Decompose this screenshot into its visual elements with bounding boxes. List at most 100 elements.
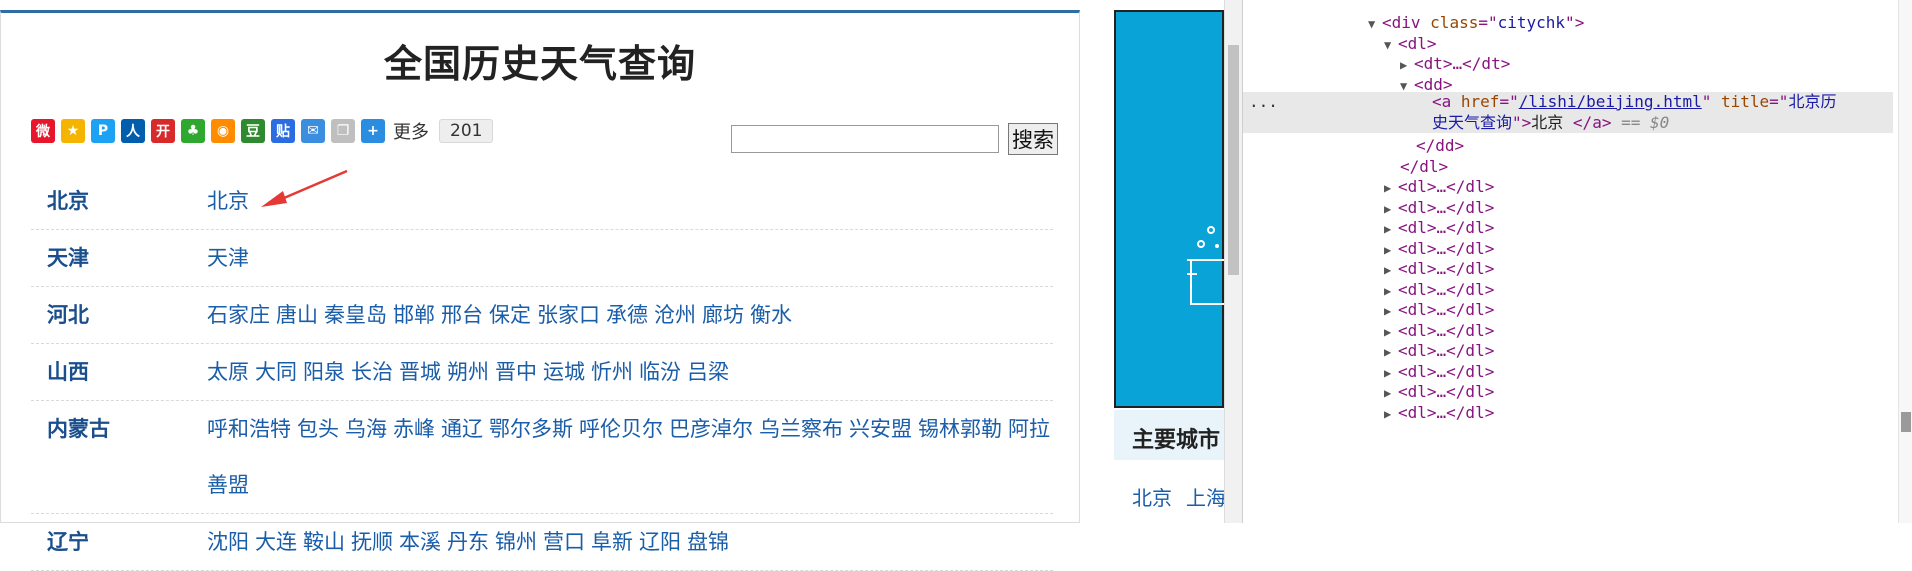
city-link[interactable]: 鞍山 [303, 530, 345, 554]
city-link[interactable]: 锡林郭勒 [918, 417, 1002, 441]
city-link[interactable]: 太原 [207, 360, 249, 384]
city-link[interactable]: 天津 [207, 246, 249, 270]
href-link[interactable]: /lishi/beijing.html [1519, 92, 1702, 111]
city-link[interactable]: 张家口 [537, 303, 600, 327]
city-link[interactable]: 本溪 [399, 530, 441, 554]
dom-tree-line[interactable]: ... <a href="/lishi/beijing.html" title="… [1243, 92, 1893, 133]
tag-text: <dl>…</dl> [1398, 177, 1495, 196]
tag-text: " [1701, 92, 1721, 111]
city-link[interactable]: 锦州 [495, 530, 537, 554]
city-link[interactable]: 营口 [543, 530, 585, 554]
tieba-icon[interactable]: 贴 [271, 119, 295, 143]
tag-text: <dl [1398, 33, 1427, 53]
music-icon[interactable]: ◉ [211, 119, 235, 143]
province-name: 山西 [47, 360, 89, 384]
tag-text: <dl>…</dl> [1398, 238, 1495, 258]
red-arrow-annotation [261, 169, 348, 207]
ad-banner[interactable] [1114, 10, 1229, 408]
text-node: 北京 [1531, 112, 1573, 132]
selected-node-marker: == $0 [1611, 112, 1670, 132]
anchor-line: 史天气查询">北京 </a> == $0 [1432, 113, 1669, 134]
attr-name: href [1460, 92, 1500, 111]
tag-text: <dl>…</dl> [1398, 300, 1495, 319]
page-scrollbar[interactable] [1224, 0, 1242, 523]
clover-icon[interactable]: ♣ [181, 119, 205, 143]
city-link[interactable]: 赤峰 [393, 417, 435, 441]
city-link[interactable]: 呼和浩特 [207, 417, 291, 441]
city-link[interactable]: 忻州 [591, 360, 633, 384]
mail-icon[interactable]: ✉ [301, 119, 325, 143]
renren-icon[interactable]: 人 [121, 119, 145, 143]
city-links: 沈阳 大连 鞍山 抚顺 本溪 丹东 锦州 营口 阜新 辽阳 盘锦 [207, 514, 1053, 570]
city-link[interactable]: 晋城 [399, 360, 441, 384]
city-link[interactable]: 抚顺 [351, 530, 393, 554]
city-link[interactable]: 呼伦贝尔 [579, 417, 663, 441]
city-link[interactable]: 乌海 [345, 417, 387, 441]
tag-text: =" [1769, 92, 1789, 111]
tencent-weibo-icon[interactable]: P [91, 119, 115, 143]
city-link[interactable]: 邢台 [441, 303, 483, 327]
city-link[interactable]: 运城 [543, 360, 585, 384]
tag-text: <div [1382, 13, 1431, 32]
city-link[interactable]: 秦皇岛 [324, 303, 387, 327]
tag-text: </dd> [1416, 136, 1465, 155]
city-link[interactable]: 鄂尔多斯 [489, 417, 573, 441]
city-link[interactable]: 通辽 [441, 417, 483, 441]
attr-value: citychk [1497, 13, 1566, 32]
city-links: 石家庄 唐山 秦皇岛 邯郸 邢台 保定 张家口 承德 沧州 廊坊 衡水 [207, 287, 1053, 343]
search-button[interactable]: 搜索 [1008, 123, 1058, 155]
dom-tree-line[interactable]: ▶ <dl>…</dl> [1243, 400, 1893, 425]
city-link[interactable]: 唐山 [276, 303, 318, 327]
kaixin-icon[interactable]: 开 [151, 119, 175, 143]
major-city-link[interactable]: 北京 [1132, 486, 1172, 510]
city-link[interactable]: 辽阳 [639, 530, 681, 554]
tag-text: <dl>…</dl> [1398, 382, 1495, 401]
city-link[interactable]: 临汾 [639, 360, 681, 384]
city-link[interactable]: 沈阳 [207, 530, 249, 554]
city-link[interactable]: 长治 [351, 360, 393, 384]
plus-icon[interactable]: + [361, 119, 385, 143]
city-link[interactable]: 盘锦 [687, 530, 729, 554]
city-link[interactable]: 包头 [297, 417, 339, 441]
city-link[interactable]: 阳泉 [303, 360, 345, 384]
province-name: 辽宁 [47, 530, 89, 554]
city-link[interactable]: 廊坊 [702, 303, 744, 327]
major-city-link[interactable]: 上海 [1186, 486, 1226, 510]
expand-triangle-icon[interactable]: ▶ [1384, 402, 1398, 427]
weibo-icon[interactable]: 微 [31, 119, 55, 143]
city-link[interactable]: 邯郸 [393, 303, 435, 327]
copy-icon[interactable]: ❐ [331, 119, 355, 143]
city-link[interactable]: 巴彦淖尔 [669, 417, 753, 441]
devtools-scrollbar-thumb[interactable] [1901, 412, 1911, 432]
city-link[interactable]: 乌兰察布 [759, 417, 843, 441]
page-scrollbar-thumb[interactable] [1228, 45, 1239, 275]
page-title: 全国历史天气查询 [383, 42, 696, 86]
province-row: 河北 石家庄 唐山 秦皇岛 邯郸 邢台 保定 张家口 承德 沧州 廊坊 衡水 [31, 287, 1053, 344]
city-list: 北京 北京 天津 天津 河北 石家庄 唐山 秦皇岛 邯郸 邢台 保定 张家口 承德 沧州 廊坊 衡水 山西 太原大… [31, 173, 1053, 571]
city-link[interactable]: 朔州 [447, 360, 489, 384]
tag-text: > [1426, 33, 1437, 53]
tag-text: <dl>…</dl> [1398, 218, 1495, 237]
city-link[interactable]: 大同 [255, 360, 297, 384]
city-links: 呼和浩特 包头 乌海 赤峰 通辽 鄂尔多斯 呼伦贝尔 巴彦淖尔 乌兰察布 兴安盟 锡林郭勒 阿拉善盟 [207, 401, 1053, 513]
tag-text: > [1442, 74, 1453, 94]
city-link[interactable]: 北京 [207, 189, 249, 213]
devtools-scrollbar[interactable] [1898, 0, 1912, 523]
douban-icon[interactable]: 豆 [241, 119, 265, 143]
province-name: 内蒙古 [47, 417, 110, 441]
city-link[interactable]: 保定 [489, 303, 531, 327]
city-link[interactable]: 大连 [255, 530, 297, 554]
city-link[interactable]: 石家庄 [207, 303, 270, 327]
city-link[interactable]: 丹东 [447, 530, 489, 554]
city-link[interactable]: 承德 [606, 303, 648, 327]
search-input[interactable] [731, 125, 999, 153]
city-link[interactable]: 吕梁 [687, 360, 729, 384]
city-link[interactable]: 衡水 [750, 303, 792, 327]
share-more-link[interactable]: 更多 [393, 118, 429, 144]
city-link[interactable]: 兴安盟 [849, 417, 912, 441]
city-link[interactable]: 沧州 [654, 303, 696, 327]
qzone-icon[interactable]: ★ [61, 119, 85, 143]
city-link[interactable]: 阜新 [591, 530, 633, 554]
city-link[interactable]: 晋中 [495, 360, 537, 384]
more-options-icon[interactable]: ... [1243, 92, 1279, 113]
